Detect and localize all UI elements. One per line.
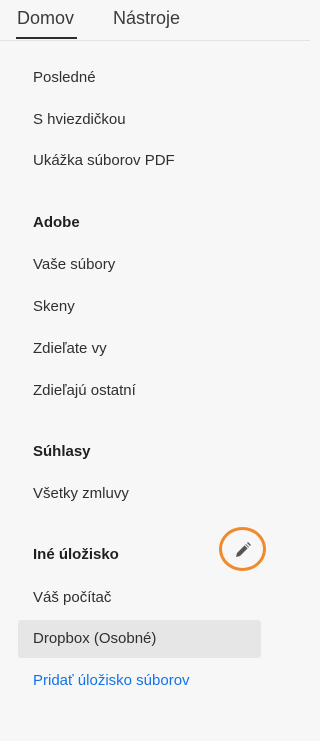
- nav-item-sample-pdf[interactable]: Ukážka súborov PDF: [33, 151, 175, 171]
- nav-item-all-agreements[interactable]: Všetky zmluvy: [33, 484, 129, 504]
- top-tabs: Domov Nástroje: [0, 0, 310, 41]
- tab-tools[interactable]: Nástroje: [113, 8, 180, 29]
- tab-home[interactable]: Domov: [17, 8, 74, 29]
- edit-storage-button[interactable]: [219, 527, 270, 575]
- nav-item-scans[interactable]: Skeny: [33, 297, 75, 317]
- nav-item-starred[interactable]: S hviezdičkou: [33, 110, 126, 130]
- nav-item-shared-by-others[interactable]: Zdieľajú ostatní: [33, 381, 136, 401]
- add-storage-link[interactable]: Pridať úložisko súborov: [33, 671, 190, 691]
- nav-item-your-files[interactable]: Vaše súbory: [33, 255, 115, 275]
- active-tab-indicator: [16, 37, 77, 39]
- section-header-other-storage: Iné úložisko: [33, 546, 119, 563]
- nav-item-dropbox[interactable]: Dropbox (Osobné): [33, 629, 156, 649]
- section-header-adobe: Adobe: [33, 214, 80, 231]
- nav-item-your-computer[interactable]: Váš počítač: [33, 588, 111, 608]
- nav-item-shared-by-you[interactable]: Zdieľate vy: [33, 339, 107, 359]
- section-header-agreements: Súhlasy: [33, 443, 91, 460]
- pencil-icon: [236, 542, 251, 557]
- nav-item-recent[interactable]: Posledné: [33, 68, 96, 88]
